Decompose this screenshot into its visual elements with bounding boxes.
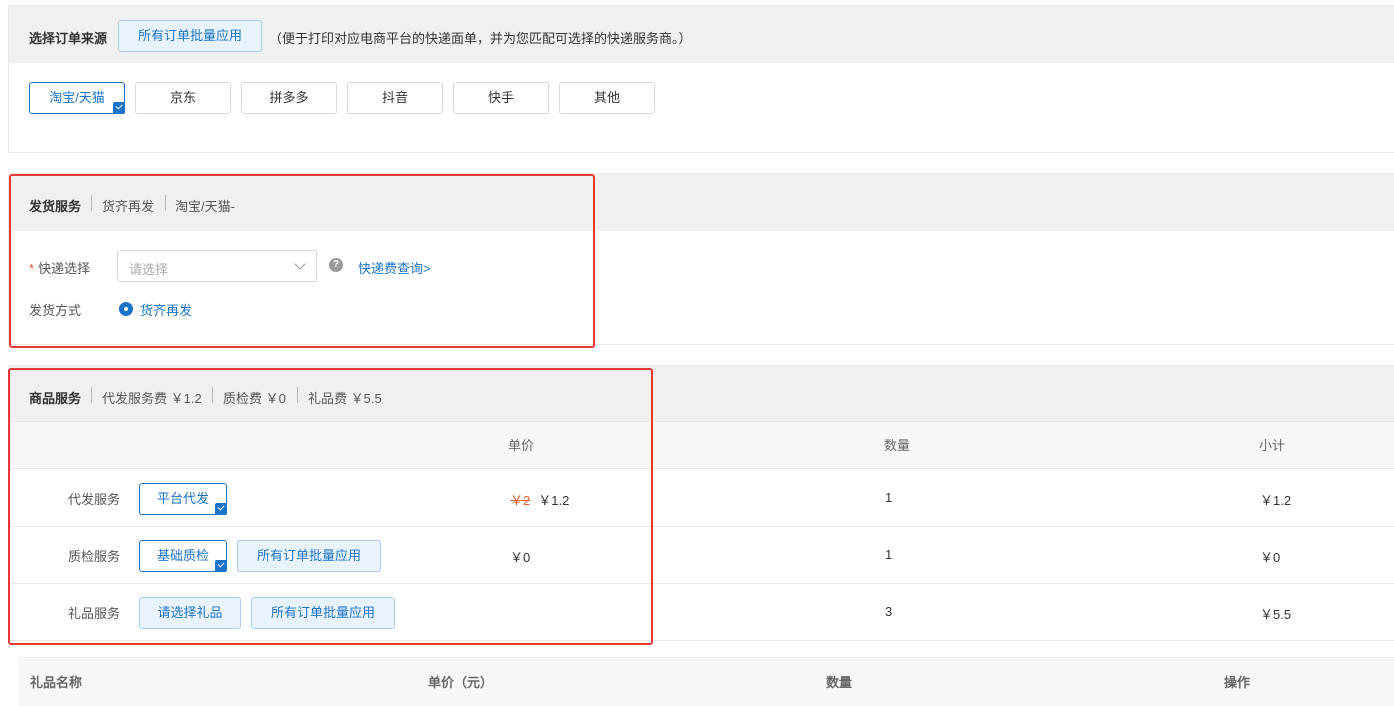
summary-dropship-fee: 代发服务费 ￥1.2 (102, 391, 202, 406)
quantity-cell: 3 (885, 604, 893, 619)
chevron-down-icon (294, 258, 306, 270)
gift-batch-apply-button[interactable]: 所有订单批量应用 (251, 597, 395, 629)
order-source-title: 选择订单来源 (29, 31, 108, 46)
subtotal-cell: ￥0 (1260, 550, 1281, 565)
subtotal-cell: ￥1.2 (1260, 493, 1292, 508)
column-gift-action: 操作 (1224, 675, 1251, 690)
shipping-service-title: 发货服务 (29, 199, 82, 214)
required-mark: * (29, 261, 35, 276)
express-fee-query-link[interactable]: 快递费查询> (358, 258, 431, 277)
current-price: ￥1.2 (538, 493, 570, 508)
express-label-text: 快递选择 (38, 261, 91, 276)
row-label-qc: 质检服务 (68, 549, 121, 564)
column-gift-quantity: 数量 (826, 675, 853, 690)
selected-check-icon (113, 102, 125, 114)
selected-check-icon (215, 560, 227, 572)
selected-check-icon (215, 503, 227, 515)
original-price: ￥2 (510, 493, 531, 508)
platform-option-jd[interactable]: 京东 (135, 82, 231, 114)
platform-option-pinduoduo[interactable]: 拼多多 (241, 82, 337, 114)
platform-label: 拼多多 (269, 90, 309, 105)
qc-batch-apply-button[interactable]: 所有订单批量应用 (237, 540, 381, 572)
goods-service-header: 商品服务 代发服务费 ￥1.2 质检费 ￥0 礼品费 ￥5.5 (8, 365, 1394, 422)
order-source-batch-apply-button[interactable]: 所有订单批量应用 (118, 20, 262, 52)
platform-option-other[interactable]: 其他 (559, 82, 655, 114)
platform-option-douyin[interactable]: 抖音 (347, 82, 443, 114)
shipping-service-section: 发货服务 货齐再发 淘宝/天猫- * 快递选择 请选择 ? 快递费查询> 发货方式… (8, 173, 1394, 345)
basic-qc-button[interactable]: 基础质检 (139, 540, 227, 572)
shipping-crumb-mode: 货齐再发 (102, 199, 155, 214)
table-row: 代发服务 平台代发 ￥2 ￥1.2 1 ￥1.2 (8, 470, 1394, 527)
express-select[interactable]: 请选择 (117, 250, 317, 282)
summary-gift-fee: 礼品费 ￥5.5 (308, 391, 382, 406)
select-gift-button[interactable]: 请选择礼品 (139, 597, 241, 629)
column-gift-name: 礼品名称 (30, 675, 83, 690)
divider (91, 195, 92, 211)
divider (212, 387, 213, 403)
shipping-service-header: 发货服务 货齐再发 淘宝/天猫- (9, 174, 1394, 231)
divider (91, 387, 92, 403)
button-label: 基础质检 (156, 548, 209, 563)
row-label-dropship: 代发服务 (68, 492, 121, 507)
platform-option-kuaishou[interactable]: 快手 (453, 82, 549, 114)
ship-method-label: 发货方式 (29, 303, 82, 318)
column-unit-price: 单价 (508, 438, 535, 453)
express-select-label: * 快递选择 (29, 258, 90, 277)
table-row: 质检服务 基础质检 所有订单批量应用 ￥0 1 ￥0 (8, 527, 1394, 584)
platform-label: 其他 (593, 90, 620, 105)
quantity-cell: 1 (885, 490, 893, 505)
platform-label: 抖音 (381, 90, 408, 105)
column-gift-unit-price: 单价（元） (428, 675, 494, 690)
column-subtotal: 小计 (1259, 438, 1286, 453)
platform-option-taobao[interactable]: 淘宝/天猫 (29, 82, 125, 114)
button-label: 平台代发 (156, 491, 209, 506)
subtotal-cell: ￥5.5 (1260, 607, 1292, 622)
column-quantity: 数量 (884, 438, 911, 453)
summary-qc-fee: 质检费 ￥0 (223, 391, 286, 406)
unit-price-cell: ￥2 ￥1.2 (510, 490, 569, 509)
quantity-cell: 1 (885, 547, 893, 562)
table-row: 礼品服务 请选择礼品 所有订单批量应用 3 ￥5.5 (8, 584, 1394, 641)
order-source-section: 选择订单来源 所有订单批量应用 （便于打印对应电商平台的快递面单，并为您匹配可选… (8, 5, 1394, 153)
radio-selected-icon[interactable] (119, 302, 133, 316)
divider (297, 387, 298, 403)
order-source-hint: （便于打印对应电商平台的快递面单，并为您匹配可选择的快递服务商。） (269, 31, 692, 46)
platform-label: 快手 (487, 90, 514, 105)
divider (165, 195, 166, 211)
platform-dropship-button[interactable]: 平台代发 (139, 483, 227, 515)
ship-method-option[interactable]: 货齐再发 (140, 300, 192, 319)
goods-service-title: 商品服务 (29, 391, 82, 406)
service-table-header: 单价 数量 小计 (8, 422, 1394, 469)
goods-service-section: 商品服务 代发服务费 ￥1.2 质检费 ￥0 礼品费 ￥5.5 单价 数量 小计… (8, 365, 1394, 706)
row-label-gift: 礼品服务 (68, 606, 121, 621)
shipping-crumb-platform: 淘宝/天猫- (175, 199, 235, 214)
order-source-header: 选择订单来源 所有订单批量应用 （便于打印对应电商平台的快递面单，并为您匹配可选… (9, 6, 1394, 63)
unit-price-cell: ￥0 (510, 550, 531, 565)
help-icon[interactable]: ? (329, 258, 343, 272)
express-select-placeholder: 请选择 (129, 262, 169, 277)
gift-table-header: 礼品名称 单价（元） 数量 操作 (18, 657, 1394, 706)
platform-label: 京东 (169, 90, 196, 105)
platform-label: 淘宝/天猫 (49, 90, 105, 105)
